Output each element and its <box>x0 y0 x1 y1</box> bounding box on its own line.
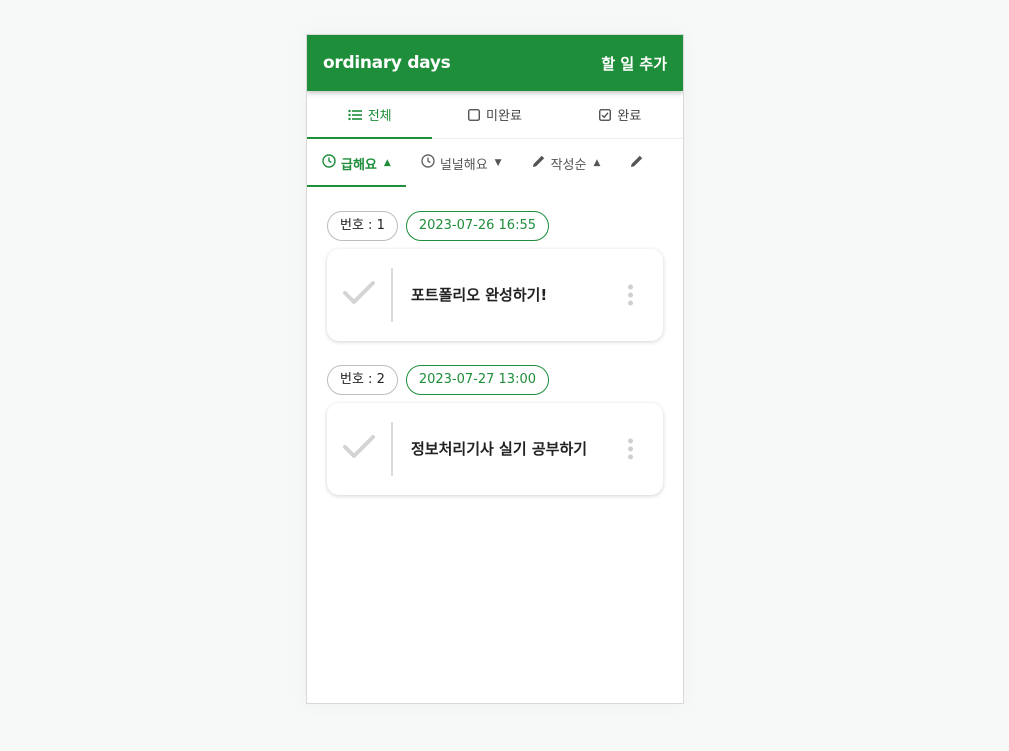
tab-incomplete[interactable]: 미완료 <box>432 91 557 138</box>
sort-bar: 급해요 ▲ 널널해요 ▼ 작성순 ▲ <box>307 139 683 187</box>
list-icon <box>348 109 362 121</box>
tab-complete[interactable]: 완료 <box>558 91 683 138</box>
sort-up-icon: ▲ <box>593 158 601 168</box>
number-badge: 번호 : 2 <box>327 365 398 395</box>
complete-toggle[interactable] <box>327 422 393 476</box>
filter-tabs: 전체 미완료 완료 <box>307 91 683 139</box>
top-bar: ordinary days 할 일 추가 <box>307 35 683 91</box>
date-badge: 2023-07-26 16:55 <box>405 211 549 241</box>
number-badge: 번호 : 1 <box>327 211 398 241</box>
sort-more[interactable] <box>615 139 659 187</box>
checkmark-icon <box>342 280 376 310</box>
tab-all[interactable]: 전체 <box>307 91 433 139</box>
todo-title: 포트폴리오 완성하기! <box>411 286 548 304</box>
todo-title: 정보처리기사 실기 공부하기 <box>411 440 588 458</box>
todo-meta: 번호 : 1 2023-07-26 16:55 <box>327 211 663 241</box>
sort-urgent[interactable]: 급해요 ▲ <box>307 139 406 187</box>
sort-up-icon: ▲ <box>383 158 391 168</box>
tab-complete-label: 완료 <box>617 109 642 124</box>
sort-relaxed[interactable]: 널널해요 ▼ <box>406 139 517 187</box>
more-options-icon[interactable] <box>624 281 637 310</box>
checkbox-checked-icon <box>599 108 612 121</box>
app-frame: ordinary days 할 일 추가 전체 미완료 완료 급해요 ▲ 널널해… <box>306 34 684 704</box>
checkbox-empty-icon <box>468 108 480 121</box>
checkmark-icon <box>342 434 376 464</box>
sort-relaxed-label: 널널해요 <box>439 157 488 173</box>
add-todo-button[interactable]: 할 일 추가 <box>601 53 667 74</box>
more-options-icon[interactable] <box>624 435 637 464</box>
todo-card[interactable]: 포트폴리오 완성하기! <box>327 249 663 341</box>
sort-down-icon: ▼ <box>494 158 502 168</box>
sort-created[interactable]: 작성순 ▲ <box>517 139 616 187</box>
clock-icon <box>322 154 336 172</box>
tab-all-label: 전체 <box>367 109 392 124</box>
list-item: 번호 : 1 2023-07-26 16:55 포트폴리오 완성하기! <box>327 211 663 341</box>
brand-title: ordinary days <box>323 53 451 73</box>
sort-created-label: 작성순 <box>550 157 587 173</box>
pencil-icon <box>630 154 644 172</box>
todo-card[interactable]: 정보처리기사 실기 공부하기 <box>327 403 663 495</box>
date-badge: 2023-07-27 13:00 <box>405 365 549 395</box>
tab-incomplete-label: 미완료 <box>486 109 522 124</box>
pencil-icon <box>532 154 546 172</box>
todo-list: 번호 : 1 2023-07-26 16:55 포트폴리오 완성하기! 번호:… <box>307 187 683 495</box>
todo-meta: 번호 : 2 2023-07-27 13:00 <box>327 365 663 395</box>
list-item: 번호 : 2 2023-07-27 13:00 정보처리기사 실기 공부하기 <box>327 365 663 495</box>
complete-toggle[interactable] <box>327 268 393 322</box>
clock-icon <box>421 154 435 172</box>
sort-urgent-label: 급해요 <box>341 157 377 173</box>
